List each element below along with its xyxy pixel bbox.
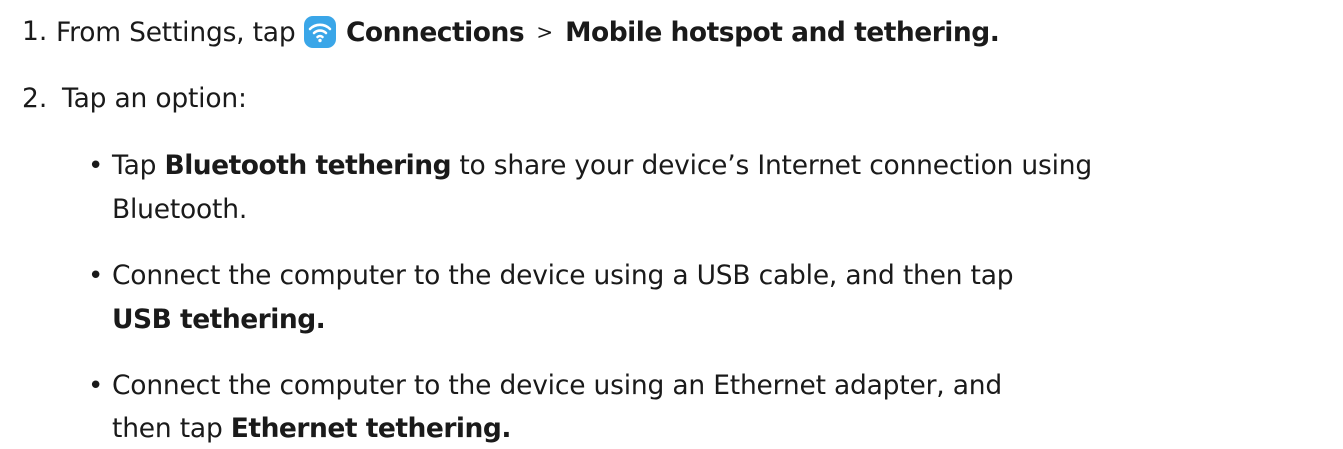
instructions-document: 1. From Settings, tap Connections > Mobi… bbox=[0, 0, 1343, 449]
bullet-icon: • bbox=[88, 261, 104, 291]
step-1-path-mobile-hotspot: Mobile hotspot and tethering. bbox=[565, 17, 1000, 48]
step-1-prefix: From Settings, tap bbox=[56, 17, 296, 48]
bullet-icon: • bbox=[88, 151, 104, 181]
option-3-bold: Ethernet tethering. bbox=[230, 413, 512, 444]
wifi-icon bbox=[303, 16, 336, 48]
bullet-icon: • bbox=[88, 371, 104, 401]
option-2-bold: USB tethering. bbox=[112, 304, 326, 335]
option-2-line-1: Connect the computer to the device using… bbox=[112, 260, 1014, 291]
option-3-line-2: then tap Ethernet tethering. bbox=[112, 411, 511, 447]
step-1-line: From Settings, tap Connections > Mobile … bbox=[56, 14, 1000, 51]
step-1-separator: > bbox=[536, 20, 553, 44]
step-1-number: 1. bbox=[22, 16, 48, 47]
option-1-bold: Bluetooth tethering bbox=[164, 150, 452, 181]
step-2-number: 2. bbox=[22, 83, 48, 114]
option-3-line-1: Connect the computer to the device using… bbox=[112, 370, 1002, 401]
option-1-line-1: Tap Bluetooth tethering to share your de… bbox=[112, 148, 1092, 184]
option-1-tap: Tap bbox=[112, 150, 157, 181]
step-1-path-connections: Connections bbox=[345, 17, 525, 48]
step-2-text: Tap an option: bbox=[62, 83, 247, 114]
option-1-rest: to share your device’s Internet connecti… bbox=[459, 150, 1093, 181]
option-3-prefix: then tap bbox=[112, 413, 223, 444]
option-1-line-2: Bluetooth. bbox=[112, 194, 248, 225]
